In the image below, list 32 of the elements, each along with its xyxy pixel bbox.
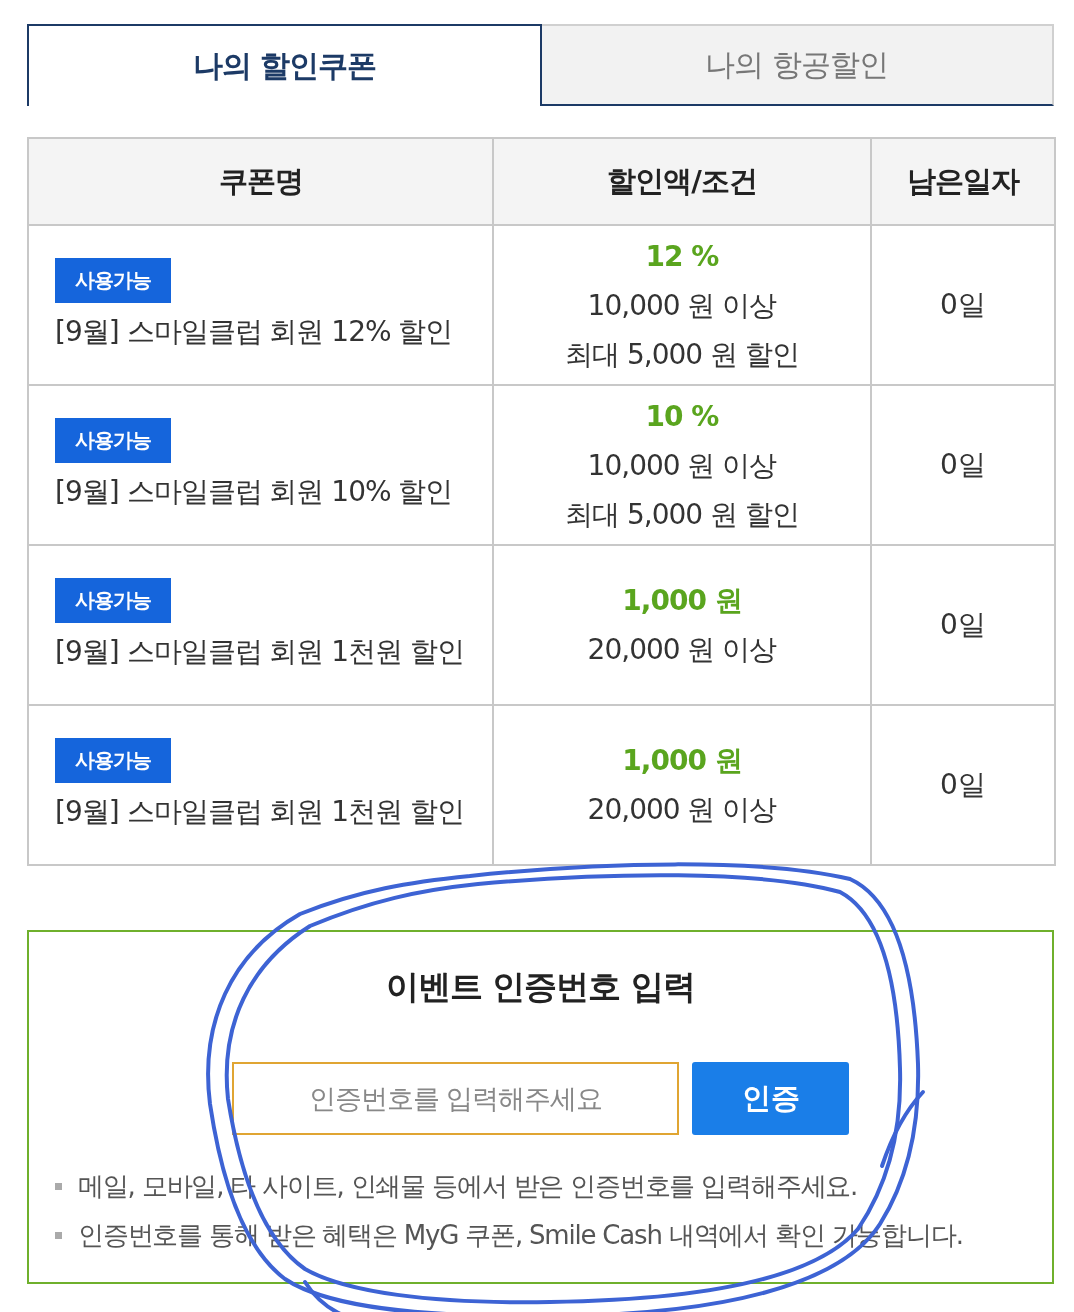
discount-condition: 20,000 원 이상 [586,792,778,828]
status-badge: 사용가능 [55,737,171,783]
discount-condition: 10,000 원 이상 [586,447,778,484]
discount-amount: 1,000 원 [621,583,743,619]
code-input-field[interactable]: 인증번호를 입력해주세요 [232,1062,679,1135]
column-header: 쿠폰명 [28,138,493,225]
days-left: 0일 [940,448,986,481]
discount-condition: 최대 5,000 원 할인 [564,336,800,373]
discount-amount: 10 % [644,398,720,435]
square-bullet-icon [55,1232,62,1239]
days-left: 0일 [940,608,986,641]
discount-condition: 10,000 원 이상 [586,287,778,324]
status-badge: 사용가능 [55,257,171,303]
coupon-name: [9월] 스마일클럽 회원 1천원 할인 [55,633,466,670]
status-badge: 사용가능 [55,577,171,623]
coupon-name: [9월] 스마일클럽 회원 1천원 할인 [55,793,466,830]
square-bullet-icon [55,1183,62,1190]
coupon-name: [9월] 스마일클럽 회원 12% 할인 [55,313,454,350]
column-header: 남은일자 [871,138,1055,225]
panel-title: 이벤트 인증번호 입력 [385,966,696,1008]
discount-amount: 1,000 원 [621,743,743,779]
coupon-name: [9월] 스마일클럽 회원 10% 할인 [55,473,454,510]
tab[interactable]: 나의 할인쿠폰 [27,24,542,106]
tab[interactable]: 나의 항공할인 [541,24,1054,106]
verify-button[interactable]: 인증 [692,1062,849,1135]
days-left: 0일 [940,288,986,321]
status-badge: 사용가능 [55,417,171,463]
discount-condition: 최대 5,000 원 할인 [564,496,800,533]
days-left: 0일 [940,768,986,801]
discount-amount: 12 % [644,238,720,275]
column-header: 할인액/조건 [493,138,871,225]
discount-condition: 20,000 원 이상 [586,632,778,668]
